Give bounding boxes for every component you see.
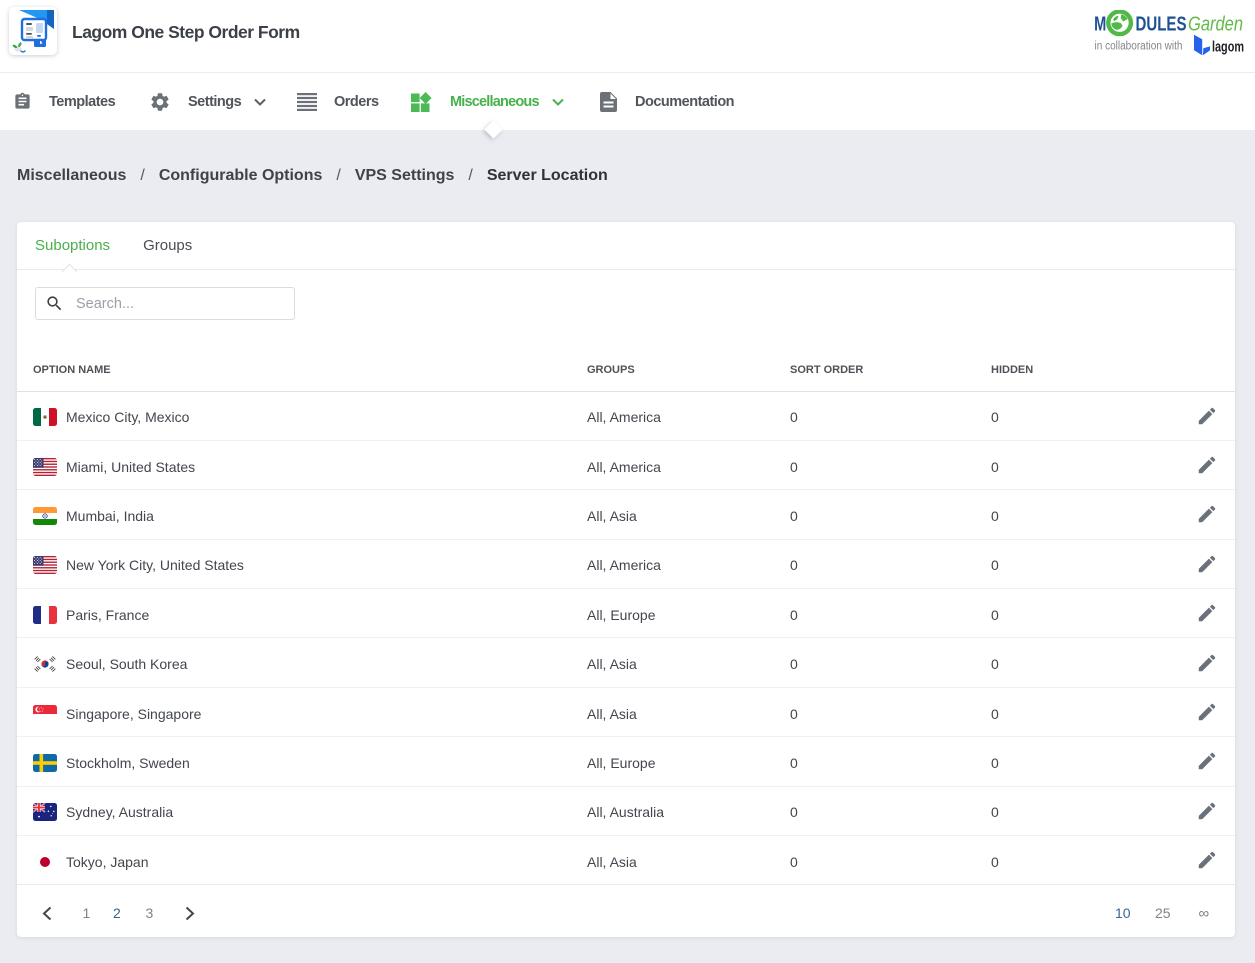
svg-text:lagom: lagom: [1212, 40, 1244, 56]
svg-text:Garden: Garden: [1188, 13, 1243, 36]
svg-text:DULES: DULES: [1136, 14, 1187, 36]
svg-text:in collaboration with: in collaboration with: [1095, 41, 1183, 53]
svg-text:M: M: [1094, 12, 1106, 35]
